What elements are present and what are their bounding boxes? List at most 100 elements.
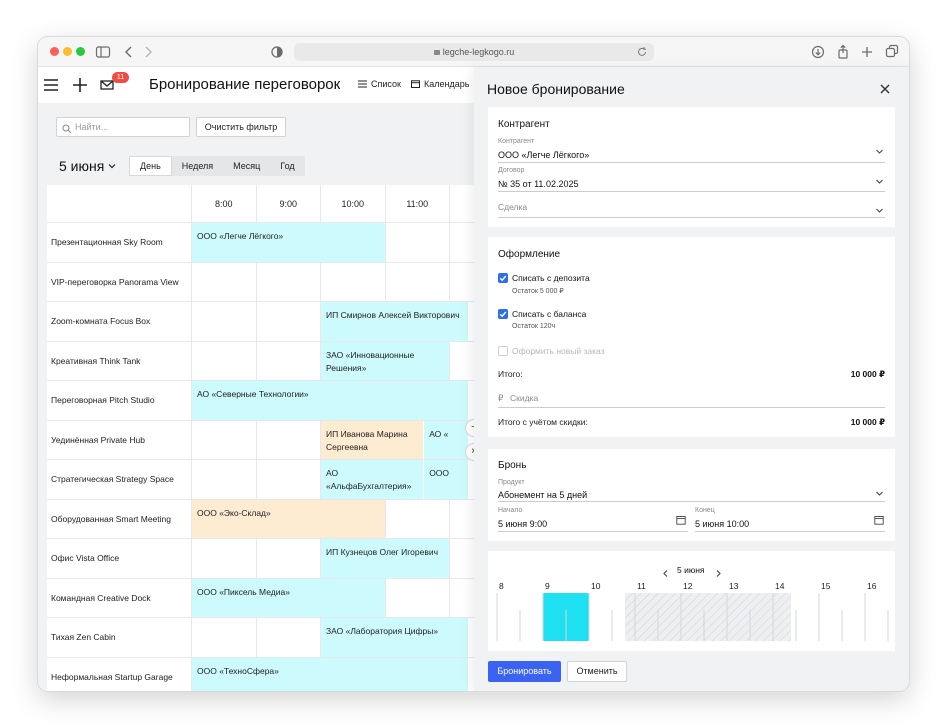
booking-event[interactable]: ИП Иванова Марина Сергеевна (321, 420, 424, 459)
chevron-down-icon[interactable] (875, 202, 884, 213)
room-name: Офис Vista Office (47, 539, 192, 579)
deal-select[interactable]: Сделка (498, 202, 527, 212)
discount-input[interactable]: Скидка (510, 393, 538, 403)
page-title: Бронирование переговорок (149, 76, 341, 93)
add-icon[interactable] (71, 76, 89, 94)
room-name: Уединённая Private Hub (47, 420, 192, 460)
search-input[interactable]: Найти... (56, 117, 190, 137)
timeline-hour-label: 16 (867, 581, 877, 591)
room-name: Стратегическая Strategy Space (47, 460, 192, 500)
booking-event[interactable]: ООО «ТехноСфера» (192, 657, 469, 691)
booking-event[interactable]: ООО «Пиксель Медиа» (192, 578, 385, 617)
calendar-area: Найти... Очистить фильтр 5 июня День Неде… (38, 103, 515, 691)
booking-event[interactable]: ООО «Эко-Склад» (192, 499, 385, 538)
start-input[interactable]: 5 июня 9:00 (498, 519, 547, 529)
counterparty-card: Контрагент Контрагент ООО «Легче Лёгкого… (488, 107, 895, 227)
privacy-shield-icon[interactable] (268, 43, 286, 61)
contract-select[interactable]: № 35 от 11.02.2025 (498, 179, 578, 189)
downloads-icon[interactable] (809, 43, 827, 61)
chevron-down-icon[interactable] (875, 485, 884, 496)
booking-event[interactable]: АО « (424, 420, 469, 459)
current-date: 5 июня (59, 158, 105, 174)
balance-checkbox[interactable] (498, 309, 508, 319)
booking-event[interactable]: ИП Кузнецов Олег Игоревич (321, 539, 449, 578)
deposit-label: Списать с депозита (512, 273, 590, 283)
timeline-hour-label: 13 (729, 581, 739, 591)
timeline-card: 5 июня 8 9 10 11 12 13 14 15 16 (488, 551, 895, 651)
grid-row-line (192, 261, 474, 263)
payment-card-title: Оформление (498, 249, 561, 260)
view-tab-1[interactable]: Неделя (172, 156, 223, 176)
new-order-checkbox[interactable] (498, 346, 508, 356)
grid-corner (47, 185, 192, 223)
booking-event[interactable]: ЗАО «Инновационные Решения» (321, 341, 449, 380)
booking-event[interactable]: ЗАО «Лаборатория Цифры» (321, 618, 469, 657)
clear-filter-button[interactable]: Очистить фильтр (196, 117, 286, 137)
hour-header: 9:00 (256, 185, 321, 223)
view-tab-2[interactable]: Месяц (223, 156, 270, 176)
balance-label: Списать с баланса (512, 309, 587, 319)
timeline-hour-label: 12 (683, 581, 693, 591)
total-label: Итого: (498, 369, 523, 379)
field-underline (498, 162, 885, 163)
maximize-window-dot[interactable] (76, 47, 85, 56)
room-name: Оборудованная Smart Meeting (47, 499, 192, 539)
new-booking-drawer: Новое бронирование Контрагент Контрагент… (474, 67, 909, 691)
currency-icon: ₽ (498, 393, 504, 403)
deposit-checkbox[interactable] (498, 273, 508, 283)
view-tab-3[interactable]: Год (270, 156, 304, 176)
share-icon[interactable] (834, 43, 852, 61)
room-name: Неформальная Startup Garage (47, 657, 192, 691)
view-list-link[interactable]: Список (358, 79, 401, 89)
back-icon[interactable] (120, 43, 138, 61)
address-bar[interactable]: legche-legkogo.ru (294, 43, 654, 61)
product-select[interactable]: Абонемент на 5 дней (498, 490, 587, 500)
chevron-down-icon[interactable] (875, 173, 884, 184)
room-name: Тихая Zen Cabin (47, 618, 192, 658)
menu-icon[interactable] (42, 76, 60, 94)
view-calendar-link[interactable]: Календарь (411, 79, 469, 89)
calendar-icon[interactable] (676, 512, 686, 525)
booking-event[interactable]: АО «Северные Технологии» (192, 381, 469, 420)
timeline-hour-label: 11 (637, 581, 646, 591)
end-input[interactable]: 5 июня 10:00 (695, 519, 749, 529)
booking-event[interactable]: ООО «Легче Лёгкого» (192, 223, 385, 262)
close-window-dot[interactable] (50, 47, 59, 56)
view-tab-0[interactable]: День (129, 156, 172, 176)
cancel-button[interactable]: Отменить (567, 661, 627, 682)
chevron-down-icon[interactable] (875, 143, 884, 154)
browser-window: legche-legkogo.ru 11 Бронирование перего… (38, 37, 909, 691)
search-placeholder: Найти... (75, 122, 109, 132)
calendar-icon[interactable] (874, 512, 884, 525)
close-icon[interactable] (878, 82, 892, 96)
new-tab-icon[interactable] (858, 43, 876, 61)
timeline-track[interactable]: 8 9 10 11 12 13 14 15 16 (488, 551, 895, 651)
room-name: Командная Creative Dock (47, 578, 192, 618)
timeline-hour-label: 8 (499, 581, 504, 591)
booking-event[interactable]: АО «АльфаБухгалтерия» (321, 460, 424, 499)
grid-column-line (255, 223, 257, 691)
book-button[interactable]: Бронировать (488, 661, 561, 682)
booking-event[interactable]: ООО (424, 460, 469, 499)
booking-event[interactable]: ИП Смирнов Алексей Викторович (321, 302, 469, 341)
busy-range (625, 593, 791, 641)
calendar-grid: 8:009:0010:0011:001Презентационная Sky R… (47, 185, 515, 691)
calendar-icon (411, 80, 420, 88)
drawer-title: Новое бронирование (487, 81, 625, 97)
counterparty-card-title: Контрагент (498, 119, 550, 130)
tab-overview-icon[interactable] (883, 43, 901, 61)
date-picker[interactable]: 5 июня (59, 157, 116, 174)
hour-header: 11:00 (385, 185, 450, 223)
sidebar-toggle-icon[interactable] (94, 43, 112, 61)
field-underline (498, 501, 885, 502)
balance-remaining: Остаток 120ч (512, 323, 556, 330)
counterparty-select[interactable]: ООО «Легче Лёгкого» (498, 150, 589, 160)
hour-header: 8:00 (192, 185, 257, 223)
payment-card: Оформление Списать с депозита Остаток 5 … (488, 237, 895, 437)
total-discount-label: Итого с учётом скидки: (498, 417, 588, 427)
hour-header: 10:00 (321, 185, 386, 223)
forward-icon[interactable] (139, 43, 157, 61)
minimize-window-dot[interactable] (63, 47, 72, 56)
reload-icon[interactable] (636, 46, 648, 58)
browser-toolbar: legche-legkogo.ru (38, 37, 909, 67)
